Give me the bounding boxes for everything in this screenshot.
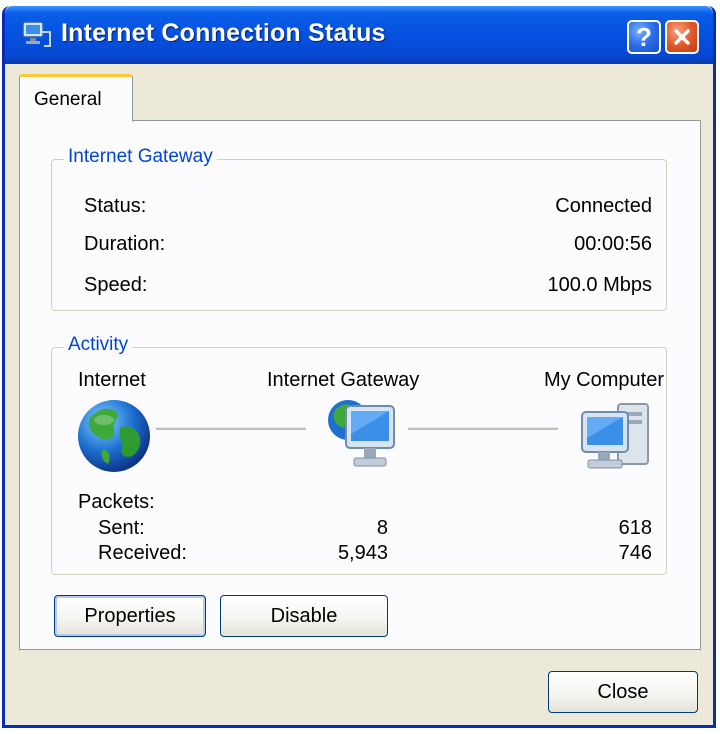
close-window-button[interactable] (665, 20, 699, 54)
help-icon: ? (636, 21, 652, 52)
internet-link-line (156, 427, 306, 430)
computer-received-value: 746 (618, 542, 652, 564)
computer-node-label: My Computer (543, 369, 664, 391)
general-tab-panel: Internet Gateway Status: Connected Durat… (19, 120, 701, 650)
gateway-computer-icon (328, 400, 395, 467)
tab-general[interactable]: General (19, 74, 133, 122)
network-connection-icon (22, 21, 51, 47)
disable-button[interactable]: Disable (220, 595, 388, 637)
duration-value: 00:00:56 (574, 233, 652, 255)
internet-gateway-group: Internet Gateway Status: Connected Durat… (51, 146, 667, 311)
activity-group: Activity Internet Internet Gateway My Co… (51, 334, 667, 575)
speed-value: 100.0 Mbps (547, 274, 652, 296)
packets-label: Packets: (78, 491, 155, 513)
status-label: Status: (84, 195, 147, 217)
sent-label: Sent: (98, 517, 145, 539)
computer-sent-value: 618 (618, 517, 652, 539)
activity-legend: Activity (64, 334, 133, 356)
help-button[interactable]: ? (627, 20, 661, 54)
internet-node-label: Internet (78, 369, 146, 391)
title-bar[interactable]: Internet Connection Status ? (5, 6, 713, 64)
globe-icon (78, 400, 150, 472)
gateway-received-value: 5,943 (337, 542, 388, 564)
properties-button[interactable]: Properties (54, 595, 206, 637)
speed-label: Speed: (84, 274, 148, 296)
close-icon (674, 29, 690, 45)
tab-general-label: General (34, 89, 102, 110)
received-label: Received: (98, 542, 187, 564)
status-value: Connected (555, 195, 652, 217)
gateway-link-line (408, 427, 558, 430)
duration-label: Duration: (84, 233, 166, 255)
gateway-node-label: Internet Gateway (267, 369, 420, 391)
window-title: Internet Connection Status (61, 19, 386, 47)
gateway-sent-value: 8 (376, 517, 388, 539)
close-button[interactable]: Close (548, 671, 698, 713)
computer-icon (581, 403, 649, 469)
internet-gateway-legend: Internet Gateway (64, 146, 217, 168)
